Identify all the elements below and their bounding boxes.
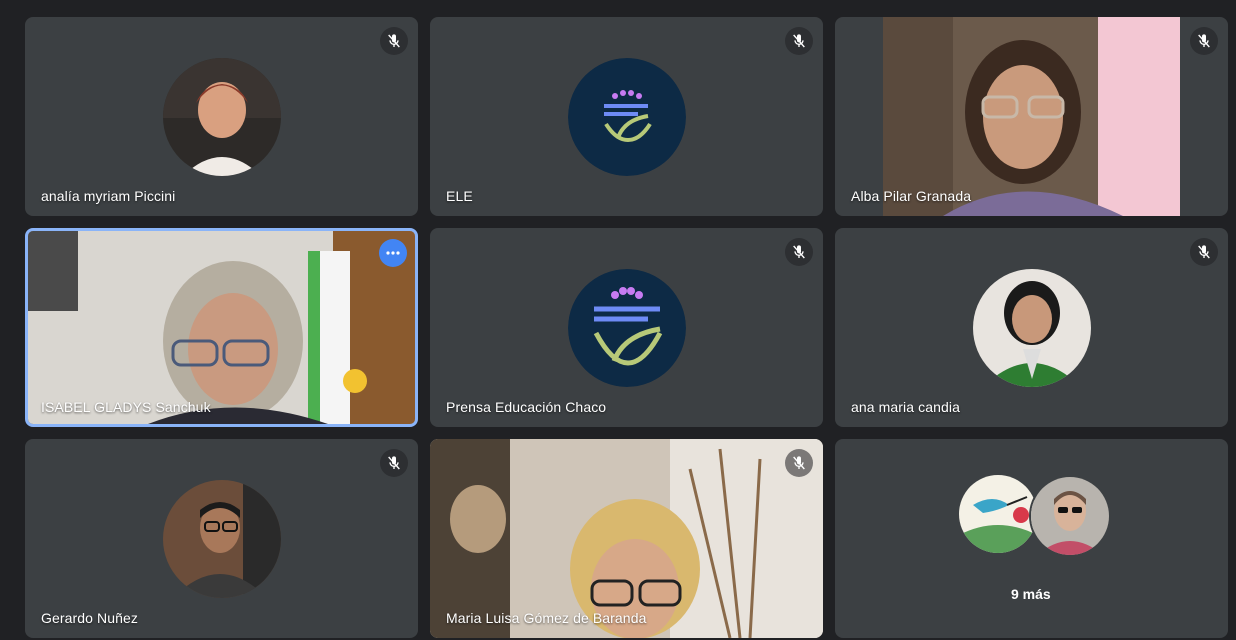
participant-name: Prensa Educación Chaco — [446, 399, 607, 415]
mic-off-icon — [785, 238, 813, 266]
participant-name: analía myriam Piccini — [41, 188, 176, 204]
participant-tile-ele[interactable]: ELE — [430, 17, 823, 216]
education-chaco-logo-icon — [568, 269, 686, 387]
more-options-icon[interactable] — [379, 239, 407, 267]
participant-tile-gerardo[interactable]: Gerardo Nuñez — [25, 439, 418, 638]
mic-off-icon — [785, 449, 813, 477]
mic-off-icon — [1190, 27, 1218, 55]
participant-tile-isabel[interactable]: ISABEL GLADYS Sanchuk — [25, 228, 418, 427]
participant-name: ISABEL GLADYS Sanchuk — [41, 399, 211, 415]
participant-name: ELE — [446, 188, 473, 204]
camera-video — [28, 231, 415, 424]
avatar — [1029, 475, 1111, 557]
education-chaco-logo-icon — [568, 58, 686, 176]
mic-off-icon — [1190, 238, 1218, 266]
participant-tile-prensa[interactable]: Prensa Educación Chaco — [430, 228, 823, 427]
participant-name: Maria Luisa Gómez de Baranda — [446, 610, 647, 626]
participant-name: Alba Pilar Granada — [851, 188, 972, 204]
participant-tile-maria-luisa[interactable]: Maria Luisa Gómez de Baranda — [430, 439, 823, 638]
participant-name: ana maria candia — [851, 399, 960, 415]
avatar — [163, 480, 281, 598]
avatar — [973, 269, 1091, 387]
mic-off-icon — [785, 27, 813, 55]
mic-off-icon — [380, 27, 408, 55]
participant-tile-analia[interactable]: analía myriam Piccini — [25, 17, 418, 216]
camera-video — [430, 439, 823, 638]
camera-video — [883, 17, 1180, 216]
avatar — [163, 58, 281, 176]
participant-tile-alba[interactable]: Alba Pilar Granada — [835, 17, 1228, 216]
overflow-participants-tile[interactable]: 9 más — [835, 439, 1228, 638]
participant-tile-ana[interactable]: ana maria candia — [835, 228, 1228, 427]
participant-name: Gerardo Nuñez — [41, 610, 139, 626]
hummingbird-avatar — [959, 475, 1037, 553]
overflow-count-label: 9 más — [1011, 586, 1051, 602]
mic-off-icon — [380, 449, 408, 477]
